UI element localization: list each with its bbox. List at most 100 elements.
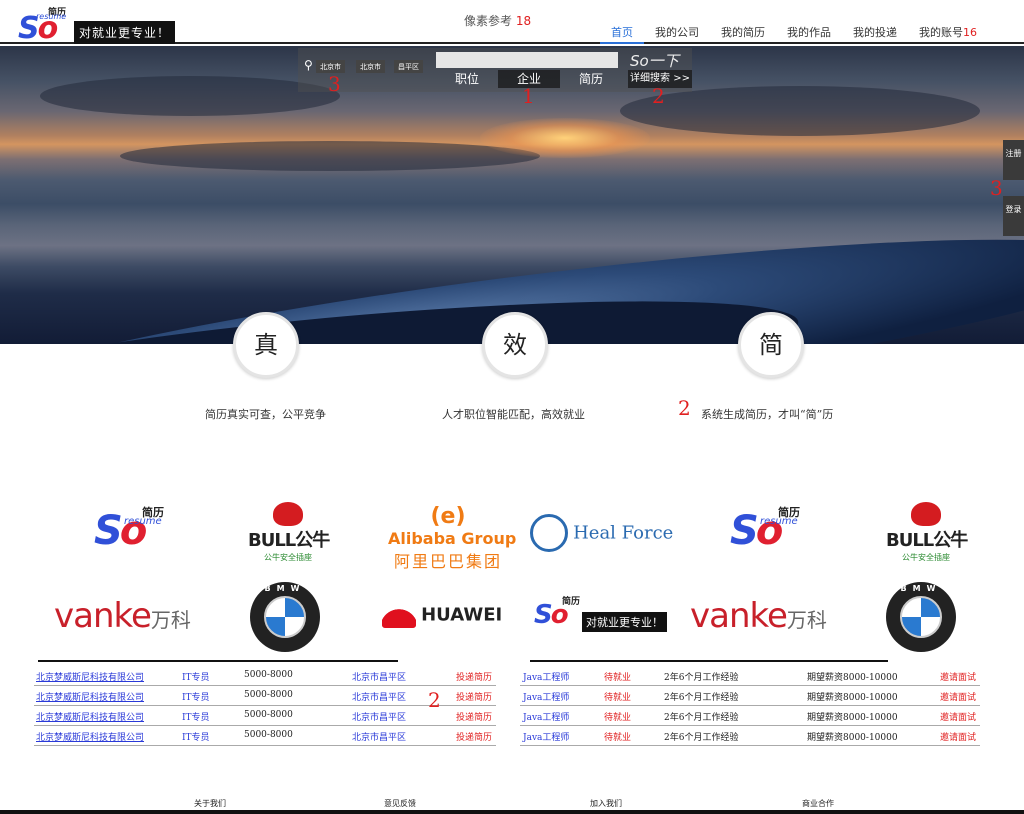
table-row: Java工程师 待就业 2年6个月工作经验 期望薪资8000-10000 邀请面…: [520, 666, 980, 686]
nav-my-works[interactable]: 我的作品: [776, 0, 842, 44]
invite-interview-link[interactable]: 邀请面试: [940, 690, 976, 703]
brand-bull-logo[interactable]: BULL公牛 公牛安全插座: [248, 502, 330, 563]
table-row: Java工程师 待就业 2年6个月工作经验 期望薪资8000-10000 邀请面…: [520, 726, 980, 746]
location-district[interactable]: 昌平区: [394, 60, 423, 73]
apply-resume-link[interactable]: 投递简历: [456, 710, 492, 723]
top-bar: So 简历 resume 对就业更专业！ 像素参考 18 首页 我的公司 我的简…: [0, 0, 1024, 46]
salary-cell: 5000-8000: [244, 670, 293, 680]
footer-feedback[interactable]: 意见反馈: [384, 798, 416, 809]
nav-my-company[interactable]: 我的公司: [644, 0, 710, 44]
location-cell: 北京市昌平区: [352, 733, 407, 743]
brand-vanke-cn: 万科: [786, 608, 827, 632]
brand-bull-sub: 公牛安全插座: [264, 553, 312, 562]
brand-huawei-logo[interactable]: HUAWEI: [382, 602, 502, 628]
nav-home[interactable]: 首页: [600, 0, 644, 44]
cloud-shape: [620, 86, 980, 136]
footer-bar: [0, 810, 1024, 814]
pixel-ref-value: 18: [515, 14, 532, 28]
nav-my-applications[interactable]: 我的投递: [842, 0, 908, 44]
brand-alibaba-logo[interactable]: (e) Alibaba Group 阿里巴巴集团: [388, 504, 517, 572]
nav-my-account[interactable]: 我的账号16: [908, 0, 988, 44]
table-row: Java工程师 待就业 2年6个月工作经验 期望薪资8000-10000 邀请面…: [520, 706, 980, 726]
invite-interview-link[interactable]: 邀请面试: [940, 710, 976, 723]
logo-resume: resume: [36, 12, 67, 21]
brand-bmw-name: BMW: [900, 584, 942, 593]
job-title-link[interactable]: Java工程师: [523, 670, 569, 683]
location-city-2[interactable]: 北京市: [356, 60, 385, 73]
brand-so-slogan: 对就业更专业！: [582, 612, 667, 632]
bmw-roundel-icon: BMW: [250, 582, 320, 652]
salary-cell: 5000-8000: [244, 710, 293, 720]
brand-so-mark: So: [94, 508, 147, 554]
brand-so-logo[interactable]: So 简历 resume: [94, 506, 184, 558]
footer-join-us[interactable]: 加入我们: [590, 798, 622, 809]
salary-cell: 5000-8000: [244, 690, 293, 700]
experience-cell: 2年6个月工作经验: [664, 733, 739, 743]
position-cell: IT专员: [182, 693, 210, 703]
brand-huawei-name: HUAWEI: [421, 604, 503, 626]
invite-interview-link[interactable]: 邀请面试: [940, 730, 976, 743]
brand-healforce-name: Heal Force: [573, 522, 674, 544]
brand-alibaba-name: Alibaba Group: [388, 529, 517, 548]
site-logo[interactable]: So 简历 resume 对就业更专业！: [18, 8, 178, 46]
salary-cell: 5000-8000: [244, 730, 293, 740]
company-link[interactable]: 北京梦威斯尼科技有限公司: [36, 670, 144, 683]
cloud-shape: [120, 141, 540, 171]
location-cell: 北京市昌平区: [352, 693, 407, 703]
brand-bmw-logo-2[interactable]: BMW: [886, 582, 956, 652]
tab-resume[interactable]: 简历: [560, 70, 622, 88]
search-input[interactable]: [436, 52, 618, 68]
apply-resume-link[interactable]: 投递简历: [456, 670, 492, 683]
company-link[interactable]: 北京梦威斯尼科技有限公司: [36, 710, 144, 723]
tab-position[interactable]: 职位: [436, 70, 498, 88]
healforce-emblem-icon: [530, 514, 568, 552]
footer-about-us[interactable]: 关于我们: [194, 798, 226, 809]
bmw-roundel-icon: BMW: [886, 582, 956, 652]
invite-interview-link[interactable]: 邀请面试: [940, 670, 976, 683]
brand-so-mark: So: [730, 508, 783, 554]
annotation-location: 3: [328, 72, 341, 96]
expected-salary-cell: 期望薪资8000-10000: [807, 713, 898, 723]
experience-cell: 2年6个月工作经验: [664, 673, 739, 683]
expected-salary-cell: 期望薪资8000-10000: [807, 693, 898, 703]
company-link[interactable]: 北京梦威斯尼科技有限公司: [36, 690, 144, 703]
table-row: Java工程师 待就业 2年6个月工作经验 期望薪资8000-10000 邀请面…: [520, 686, 980, 706]
main-nav: 首页 我的公司 我的简历 我的作品 我的投递 我的账号16: [600, 0, 988, 44]
brand-bull-sub: 公牛安全插座: [902, 553, 950, 562]
nav-my-resume[interactable]: 我的简历: [710, 0, 776, 44]
sunset-glow: [480, 118, 650, 158]
brand-vanke-logo-2[interactable]: vanke万科: [690, 596, 827, 636]
bull-head-icon: [911, 502, 941, 526]
footer-business[interactable]: 商业合作: [802, 798, 834, 809]
apply-resume-link[interactable]: 投递简历: [456, 730, 492, 743]
brand-bull-logo-2[interactable]: BULL公牛 公牛安全插座: [886, 502, 968, 563]
brand-bmw-logo[interactable]: BMW: [250, 582, 320, 652]
brand-vanke-name: vanke: [690, 596, 788, 636]
status-cell: 待就业: [604, 673, 632, 683]
login-button[interactable]: 登录: [1003, 196, 1024, 236]
brand-so-jianli: 简历: [562, 597, 581, 607]
alibaba-smile-icon: (e): [430, 504, 466, 529]
brand-vanke-cn: 万科: [150, 608, 191, 632]
pixel-reference: 像素参考 18: [464, 12, 531, 29]
job-title-link[interactable]: Java工程师: [523, 730, 569, 743]
brand-so-slogan-logo[interactable]: So 简历 对就业更专业！: [534, 597, 674, 634]
brand-healforce-logo[interactable]: Heal Force: [530, 514, 680, 552]
position-cell: IT专员: [182, 713, 210, 723]
job-title-link[interactable]: Java工程师: [523, 710, 569, 723]
job-title-link[interactable]: Java工程师: [523, 690, 569, 703]
nav-annotation: 16: [963, 26, 977, 39]
feature-simple-text: 系统生成简历，才叫“简”历: [701, 408, 834, 421]
status-cell: 待就业: [604, 733, 632, 743]
location-cell: 北京市昌平区: [352, 713, 407, 723]
search-button[interactable]: So一下: [630, 50, 679, 70]
company-link[interactable]: 北京梦威斯尼科技有限公司: [36, 730, 144, 743]
register-button[interactable]: 注册: [1003, 140, 1024, 180]
table-row: 北京梦威斯尼科技有限公司 IT专员 5000-8000 北京市昌平区 投递简历: [34, 726, 496, 746]
brand-so-logo-2[interactable]: So 简历 resume: [730, 506, 820, 558]
bmw-roundel-center: [900, 596, 942, 638]
position-cell: IT专员: [182, 733, 210, 743]
apply-resume-link[interactable]: 投递简历: [456, 690, 492, 703]
experience-cell: 2年6个月工作经验: [664, 713, 739, 723]
brand-vanke-logo[interactable]: vanke万科: [54, 596, 191, 636]
